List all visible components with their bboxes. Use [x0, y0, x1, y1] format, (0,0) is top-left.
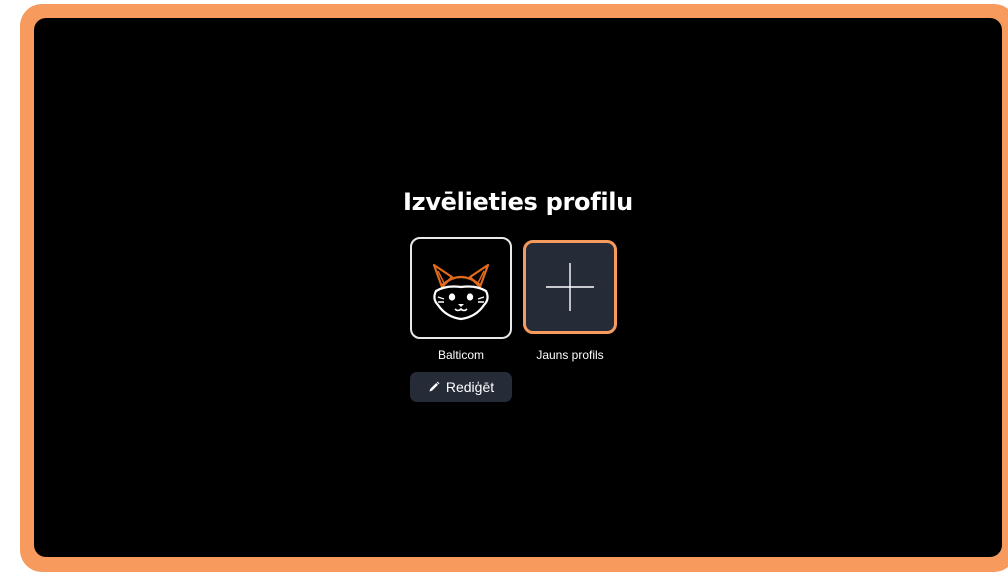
page-title: Izvēlieties profilu [403, 188, 633, 216]
profile-tile-balticom[interactable] [410, 237, 512, 339]
pencil-icon [429, 381, 440, 392]
edit-button-label: Rediģēt [445, 379, 495, 395]
fox-avatar-icon [432, 263, 490, 321]
profile-label-balticom: Balticom [437, 348, 484, 362]
profile-label-new: Jauns profils [536, 348, 604, 362]
plus-icon [546, 263, 594, 311]
edit-profiles-button[interactable]: Rediģēt [410, 372, 512, 402]
profile-select-screen: Izvēlieties profilu Balticom Jauns profi… [34, 18, 1002, 557]
new-profile-button[interactable] [523, 240, 617, 334]
